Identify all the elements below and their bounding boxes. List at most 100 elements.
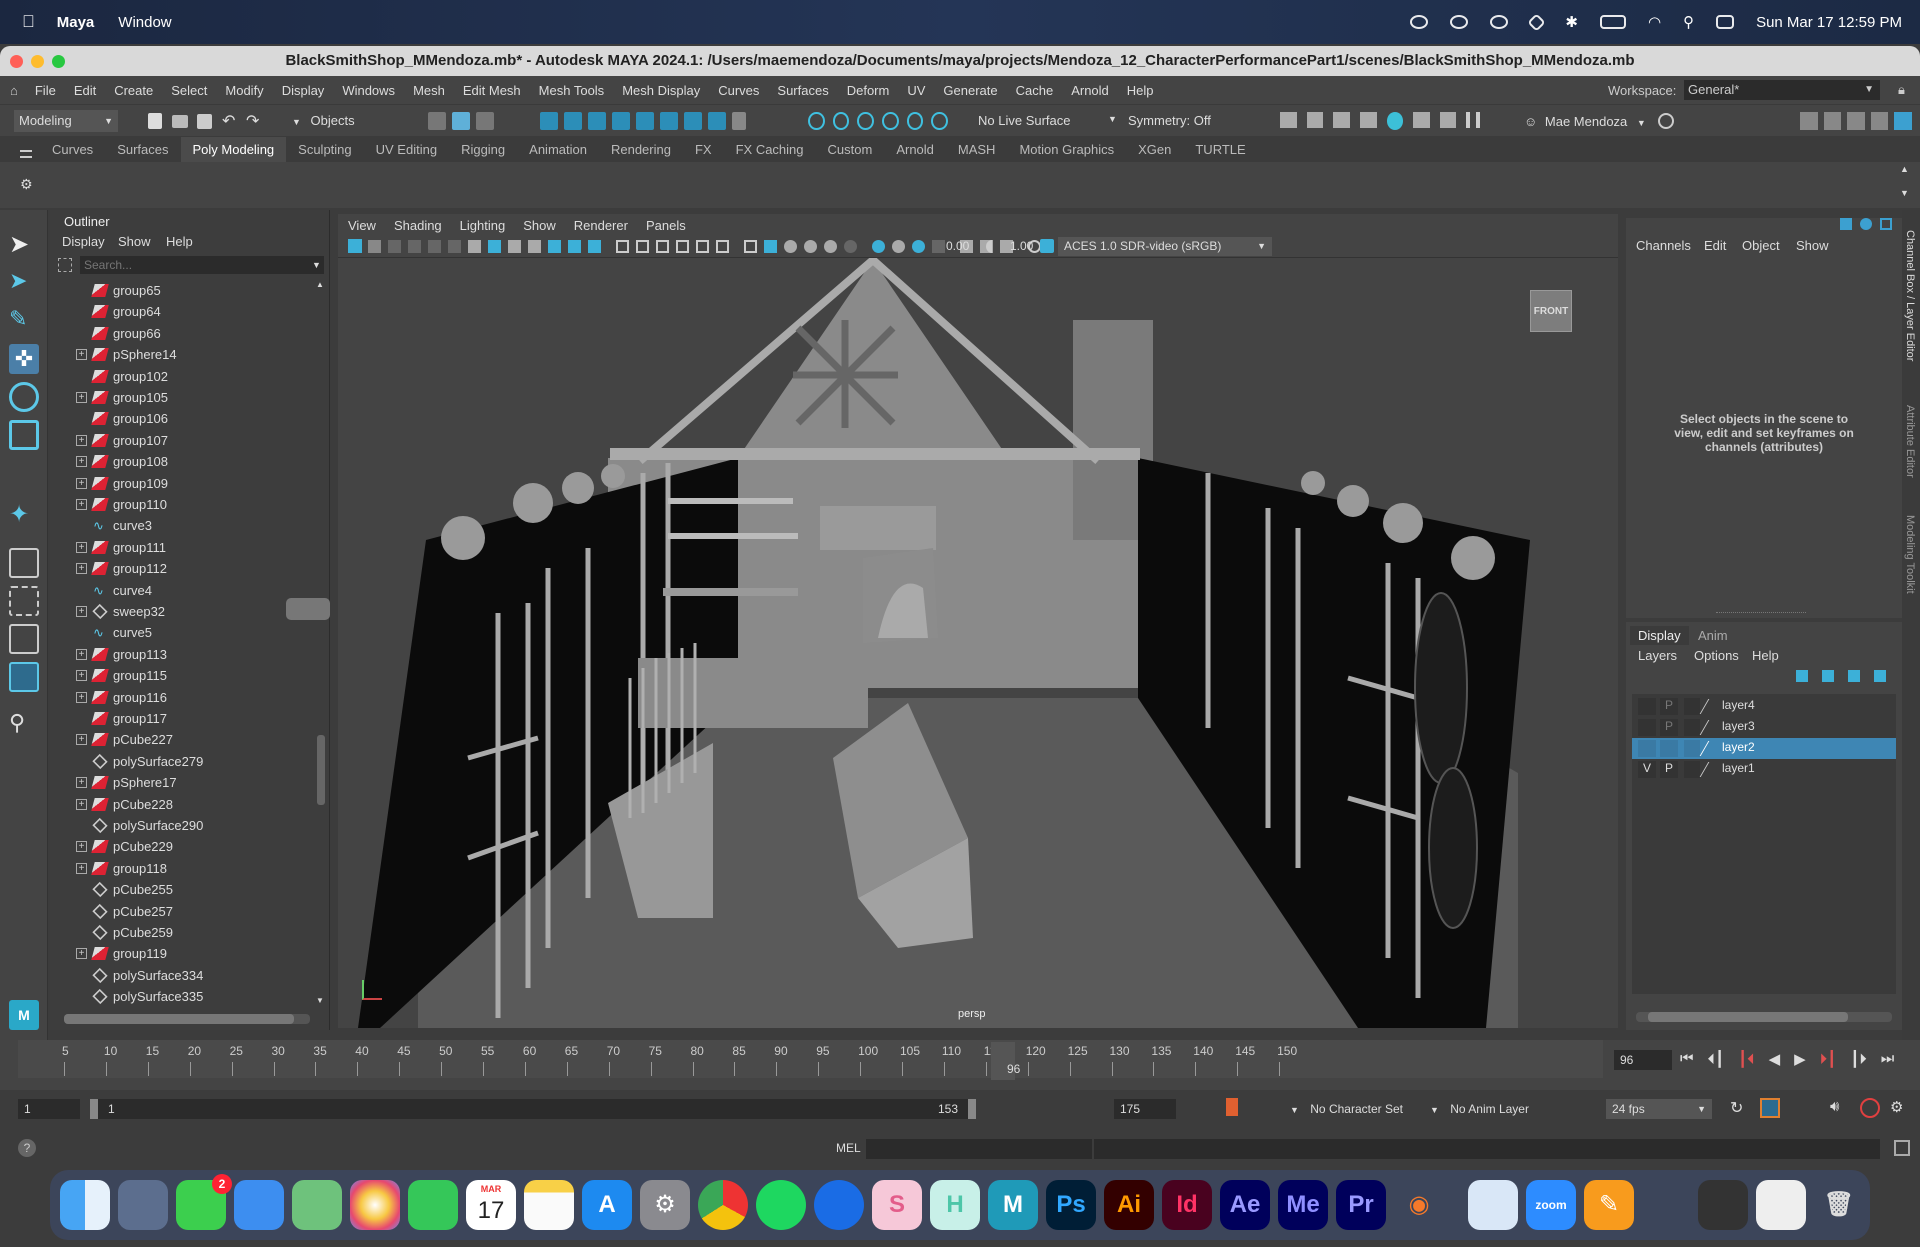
symmetry-field[interactable]: Symmetry: Off [1128,113,1211,128]
open-scene-icon[interactable] [172,115,188,128]
use-lights-icon[interactable] [716,240,729,253]
outliner-vscrollbar[interactable] [317,735,325,805]
layer-row[interactable]: P layer2 [1632,738,1896,759]
menu-create[interactable]: Create [105,83,162,98]
premiere-icon[interactable]: Pr [1336,1180,1386,1230]
chrome-icon[interactable] [698,1180,748,1230]
exposure-field[interactable]: 0.00 [946,239,969,253]
xray-icon[interactable] [892,240,905,253]
system-settings-icon[interactable]: ⚙ [640,1180,690,1230]
snap-point-icon[interactable] [588,112,606,130]
ambient-occlusion-icon[interactable] [784,240,797,253]
auto-key-icon[interactable] [1860,1098,1880,1118]
outliner-menu-show[interactable]: Show [118,234,151,249]
indesign-icon[interactable]: Id [1162,1180,1212,1230]
vp-menu-view[interactable]: View [348,218,376,233]
expand-toggle-icon[interactable]: + [76,691,87,703]
outliner-item[interactable]: + group110 [50,494,312,515]
attribute-editor-toggle-icon[interactable] [1847,112,1865,130]
outliner-item[interactable]: ∿ curve4 [50,580,312,601]
ipr-render-icon[interactable] [1333,112,1350,128]
outliner-item[interactable]: + pSphere17 [50,772,312,793]
gamma-field[interactable]: 1.00 [1010,239,1033,253]
expand-toggle-icon[interactable]: + [76,798,87,810]
range-slider-bar[interactable]: 1 153 [90,1099,976,1119]
outliner-item[interactable]: + group115 [50,665,312,686]
expand-toggle-icon[interactable]: + [76,606,87,617]
illustrator-icon[interactable]: Ai [1104,1180,1154,1230]
control-center-icon[interactable] [1716,15,1735,29]
expand-toggle-icon[interactable]: + [76,734,87,746]
xray-joints-icon[interactable] [912,240,925,253]
close-window-button[interactable] [10,55,23,68]
smooth-shade-icon[interactable] [656,240,669,253]
scroll-up-icon[interactable]: ▲ [316,280,324,289]
shelf-tab-curves[interactable]: Curves [40,137,105,162]
zoom-icon[interactable]: zoom [1526,1180,1576,1230]
menu-windows[interactable]: Windows [333,83,404,98]
outliner-item[interactable]: polySurface334 [50,965,312,986]
outliner-item[interactable]: + group105 [50,387,312,408]
play-forward-icon[interactable]: ▶ [1794,1050,1806,1070]
layer-menu-help[interactable]: Help [1752,648,1779,663]
vp-menu-renderer[interactable]: Renderer [574,218,628,233]
layer-row[interactable]: P layer4 [1632,696,1896,717]
shelf-tab-mash[interactable]: MASH [946,137,1008,162]
outliner-item[interactable]: polySurface279 [50,751,312,772]
expand-toggle-icon[interactable]: + [76,777,87,789]
bookmark-icon[interactable] [388,240,401,253]
outliner-item[interactable]: polySurface290 [50,815,312,836]
menu-modify[interactable]: Modify [216,83,272,98]
menu-arnold[interactable]: Arnold [1062,83,1118,98]
shelf-tab-poly-modeling[interactable]: Poly Modeling [180,137,287,162]
expand-toggle-icon[interactable]: + [76,434,87,446]
safe-action-icon[interactable] [568,240,581,253]
outliner-item[interactable]: + pCube227 [50,729,312,750]
outliner-item[interactable]: + group119 [50,943,312,964]
anim-preferences-icon[interactable]: ⚙ [1890,1098,1903,1116]
outliner-item[interactable]: pCube259 [50,922,312,943]
chevron-down-icon[interactable]: ▼ [312,260,321,270]
layer-menu-options[interactable]: Options [1694,648,1739,663]
shelf-tab-xgen[interactable]: XGen [1126,137,1183,162]
bookmark-icon[interactable] [1226,1098,1238,1116]
s-app-icon[interactable]: S [872,1180,922,1230]
magnify-icon[interactable]: ⚲ [9,710,39,740]
pages-icon[interactable]: ✎ [1584,1180,1634,1230]
dropbox-icon[interactable] [1527,12,1547,32]
move-layer-down-icon[interactable] [1822,670,1834,682]
expand-toggle-icon[interactable]: + [76,541,87,553]
layer-hscrollbar[interactable] [1636,1012,1892,1022]
pause-icon[interactable] [1466,112,1481,128]
bluetooth-icon[interactable]: ✱ [1565,13,1578,31]
scale-tool-icon[interactable] [9,420,39,450]
outliner-item[interactable]: polySurface335 [50,986,312,1007]
onepassword-icon[interactable] [1490,15,1509,29]
layer-tab-display[interactable]: Display [1630,626,1689,645]
layer-name[interactable]: layer1 [1722,761,1755,775]
panel-splitter[interactable] [1716,612,1806,614]
loop-icon[interactable]: ↻ [1730,1098,1743,1118]
cube-shaded-icon[interactable] [764,240,777,253]
layer-playback-toggle[interactable]: P [1660,719,1678,736]
wireframe-icon[interactable] [636,240,649,253]
menu-uv[interactable]: UV [898,83,934,98]
expand-toggle-icon[interactable]: + [76,648,87,660]
vp-menu-panels[interactable]: Panels [646,218,686,233]
snap-mesh-icon[interactable] [684,112,702,130]
viewport-3d[interactable]: FRONT persp [286,254,1618,1028]
end-time-field[interactable]: 175 [1114,1099,1176,1119]
cloud-sync-icon[interactable] [1450,15,1469,29]
menu-mesh-tools[interactable]: Mesh Tools [530,83,614,98]
viewcube[interactable]: FRONT [1530,290,1572,332]
new-empty-layer-icon[interactable] [1848,670,1860,682]
layer-color-swatch[interactable] [1684,740,1700,757]
photoshop-icon[interactable]: Ps [1046,1180,1096,1230]
image-plane-icon[interactable] [408,240,421,253]
apple-icon[interactable]:  [22,12,35,32]
menu-mesh-display[interactable]: Mesh Display [613,83,709,98]
media-encoder-icon[interactable]: Me [1278,1180,1328,1230]
menu-display[interactable]: Display [273,83,334,98]
textured-icon[interactable] [696,240,709,253]
expand-toggle-icon[interactable]: + [76,670,87,682]
